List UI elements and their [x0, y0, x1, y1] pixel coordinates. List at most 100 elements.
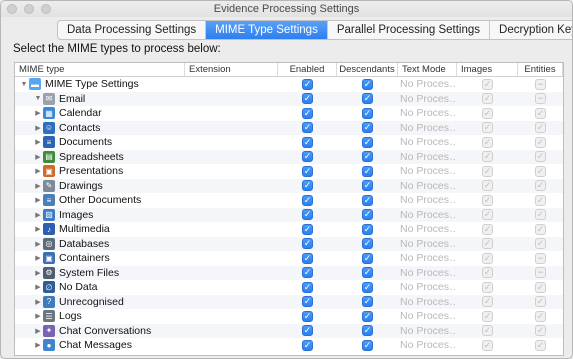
disclosure-collapsed-icon[interactable]: ▶ — [33, 312, 43, 320]
images-checkbox[interactable]: ✓ — [482, 93, 493, 105]
text-mode-dropdown[interactable]: No Proces… — [398, 93, 457, 105]
text-mode-dropdown[interactable]: No Proces… — [398, 325, 457, 337]
table-row[interactable]: ▶ ☰ Logs ✓ ✓ No Proces… ✓ ✓ — [15, 309, 563, 324]
images-checkbox[interactable]: ✓ — [482, 296, 493, 308]
enabled-checkbox[interactable]: ✓ — [302, 281, 313, 293]
enabled-checkbox[interactable]: ✓ — [302, 136, 313, 148]
enabled-checkbox[interactable]: ✓ — [302, 151, 313, 163]
column-header-entities[interactable]: Entities — [518, 63, 563, 76]
text-mode-dropdown[interactable]: No Proces… — [398, 296, 457, 308]
disclosure-collapsed-icon[interactable]: ▶ — [33, 167, 43, 175]
text-mode-dropdown[interactable]: No Proces… — [398, 223, 457, 235]
disclosure-collapsed-icon[interactable]: ▶ — [33, 225, 43, 233]
enabled-checkbox[interactable]: ✓ — [302, 238, 313, 250]
text-mode-dropdown[interactable]: No Proces… — [398, 165, 457, 177]
entities-checkbox[interactable]: ✓ — [535, 281, 546, 293]
descendants-checkbox[interactable]: ✓ — [362, 194, 373, 206]
text-mode-dropdown[interactable]: No Proces… — [398, 252, 457, 264]
descendants-checkbox[interactable]: ✓ — [362, 310, 373, 322]
tab-decryption-keys[interactable]: Decryption Keys — [490, 21, 572, 39]
descendants-checkbox[interactable]: ✓ — [362, 209, 373, 221]
descendants-checkbox[interactable]: ✓ — [362, 223, 373, 235]
column-header-descendants[interactable]: Descendants — [337, 63, 398, 76]
descendants-checkbox[interactable]: ✓ — [362, 93, 373, 105]
text-mode-dropdown[interactable]: No Proces… — [398, 107, 457, 119]
images-checkbox[interactable]: ✓ — [482, 107, 493, 119]
table-row[interactable]: ▶ ▦ Calendar ✓ ✓ No Proces… ✓ ✓ — [15, 106, 563, 121]
images-checkbox[interactable]: ✓ — [482, 78, 493, 90]
enabled-checkbox[interactable]: ✓ — [302, 194, 313, 206]
table-row[interactable]: ▼ ▬ MIME Type Settings ✓ ✓ No Proces… ✓ … — [15, 77, 563, 92]
images-checkbox[interactable]: ✓ — [482, 325, 493, 337]
enabled-checkbox[interactable]: ✓ — [302, 107, 313, 119]
table-row[interactable]: ▶ ⚙ System Files ✓ ✓ No Proces… ✓ − — [15, 265, 563, 280]
disclosure-collapsed-icon[interactable]: ▶ — [33, 341, 43, 349]
text-mode-dropdown[interactable]: No Proces… — [398, 310, 457, 322]
images-checkbox[interactable]: ✓ — [482, 136, 493, 148]
enabled-checkbox[interactable]: ✓ — [302, 180, 313, 192]
column-header-images[interactable]: Images — [457, 63, 518, 76]
disclosure-collapsed-icon[interactable]: ▶ — [33, 109, 43, 117]
entities-checkbox[interactable]: ✓ — [535, 223, 546, 235]
entities-checkbox[interactable]: ✓ — [535, 325, 546, 337]
entities-checkbox[interactable]: ✓ — [535, 165, 546, 177]
images-checkbox[interactable]: ✓ — [482, 165, 493, 177]
table-row[interactable]: ▶ ▣ Containers ✓ ✓ No Proces… ✓ − — [15, 251, 563, 266]
text-mode-dropdown[interactable]: No Proces… — [398, 151, 457, 163]
table-row[interactable]: ▶ ☺ Contacts ✓ ✓ No Proces… ✓ ✓ — [15, 120, 563, 135]
disclosure-collapsed-icon[interactable]: ▶ — [33, 124, 43, 132]
entities-checkbox[interactable]: ✓ — [535, 107, 546, 119]
descendants-checkbox[interactable]: ✓ — [362, 122, 373, 134]
entities-checkbox[interactable]: ✓ — [535, 209, 546, 221]
descendants-checkbox[interactable]: ✓ — [362, 325, 373, 337]
images-checkbox[interactable]: ✓ — [482, 194, 493, 206]
descendants-checkbox[interactable]: ✓ — [362, 107, 373, 119]
descendants-checkbox[interactable]: ✓ — [362, 151, 373, 163]
column-header-extension[interactable]: Extension — [185, 63, 278, 76]
text-mode-dropdown[interactable]: No Proces… — [398, 281, 457, 293]
table-row[interactable]: ▼ ✉ Email ✓ ✓ No Proces… ✓ − — [15, 91, 563, 106]
descendants-checkbox[interactable]: ✓ — [362, 238, 373, 250]
descendants-checkbox[interactable]: ✓ — [362, 281, 373, 293]
enabled-checkbox[interactable]: ✓ — [302, 223, 313, 235]
disclosure-collapsed-icon[interactable]: ▶ — [33, 298, 43, 306]
enabled-checkbox[interactable]: ✓ — [302, 339, 313, 351]
table-row[interactable]: ▶ ≡ Documents ✓ ✓ No Proces… ✓ ✓ — [15, 135, 563, 150]
descendants-checkbox[interactable]: ✓ — [362, 136, 373, 148]
disclosure-collapsed-icon[interactable]: ▶ — [33, 269, 43, 277]
images-checkbox[interactable]: ✓ — [482, 223, 493, 235]
text-mode-dropdown[interactable]: No Proces… — [398, 180, 457, 192]
table-row[interactable]: ▶ ? Unrecognised ✓ ✓ No Proces… ✓ ✓ — [15, 294, 563, 309]
entities-checkbox[interactable]: ✓ — [535, 194, 546, 206]
entities-checkbox[interactable]: ✓ — [535, 310, 546, 322]
entities-checkbox[interactable]: ✓ — [535, 296, 546, 308]
images-checkbox[interactable]: ✓ — [482, 238, 493, 250]
disclosure-collapsed-icon[interactable]: ▶ — [33, 211, 43, 219]
disclosure-expanded-icon[interactable]: ▼ — [19, 81, 29, 88]
descendants-checkbox[interactable]: ✓ — [362, 78, 373, 90]
images-checkbox[interactable]: ✓ — [482, 122, 493, 134]
table-row[interactable]: ▶ ♪ Multimedia ✓ ✓ No Proces… ✓ ✓ — [15, 222, 563, 237]
text-mode-dropdown[interactable]: No Proces… — [398, 78, 457, 90]
entities-checkbox[interactable]: ✓ — [535, 180, 546, 192]
images-checkbox[interactable]: ✓ — [482, 151, 493, 163]
tab-parallel-processing-settings[interactable]: Parallel Processing Settings — [328, 21, 491, 39]
entities-checkbox[interactable]: ✓ — [535, 122, 546, 134]
disclosure-collapsed-icon[interactable]: ▶ — [33, 153, 43, 161]
text-mode-dropdown[interactable]: No Proces… — [398, 136, 457, 148]
disclosure-collapsed-icon[interactable]: ▶ — [33, 138, 43, 146]
close-window-button[interactable] — [7, 4, 17, 14]
table-row[interactable]: ▶ ≡ Other Documents ✓ ✓ No Proces… ✓ ✓ — [15, 193, 563, 208]
text-mode-dropdown[interactable]: No Proces… — [398, 238, 457, 250]
images-checkbox[interactable]: ✓ — [482, 339, 493, 351]
column-header-mime-type[interactable]: MIME type — [15, 63, 185, 76]
images-checkbox[interactable]: ✓ — [482, 180, 493, 192]
column-header-enabled[interactable]: Enabled — [278, 63, 337, 76]
tab-mime-type-settings[interactable]: MIME Type Settings — [206, 21, 328, 39]
column-header-text-mode[interactable]: Text Mode — [398, 63, 457, 76]
images-checkbox[interactable]: ✓ — [482, 209, 493, 221]
table-row[interactable]: ▶ ● Chat Messages ✓ ✓ No Proces… ✓ ✓ — [15, 338, 563, 353]
descendants-checkbox[interactable]: ✓ — [362, 180, 373, 192]
text-mode-dropdown[interactable]: No Proces… — [398, 267, 457, 279]
minimize-window-button[interactable] — [24, 4, 34, 14]
